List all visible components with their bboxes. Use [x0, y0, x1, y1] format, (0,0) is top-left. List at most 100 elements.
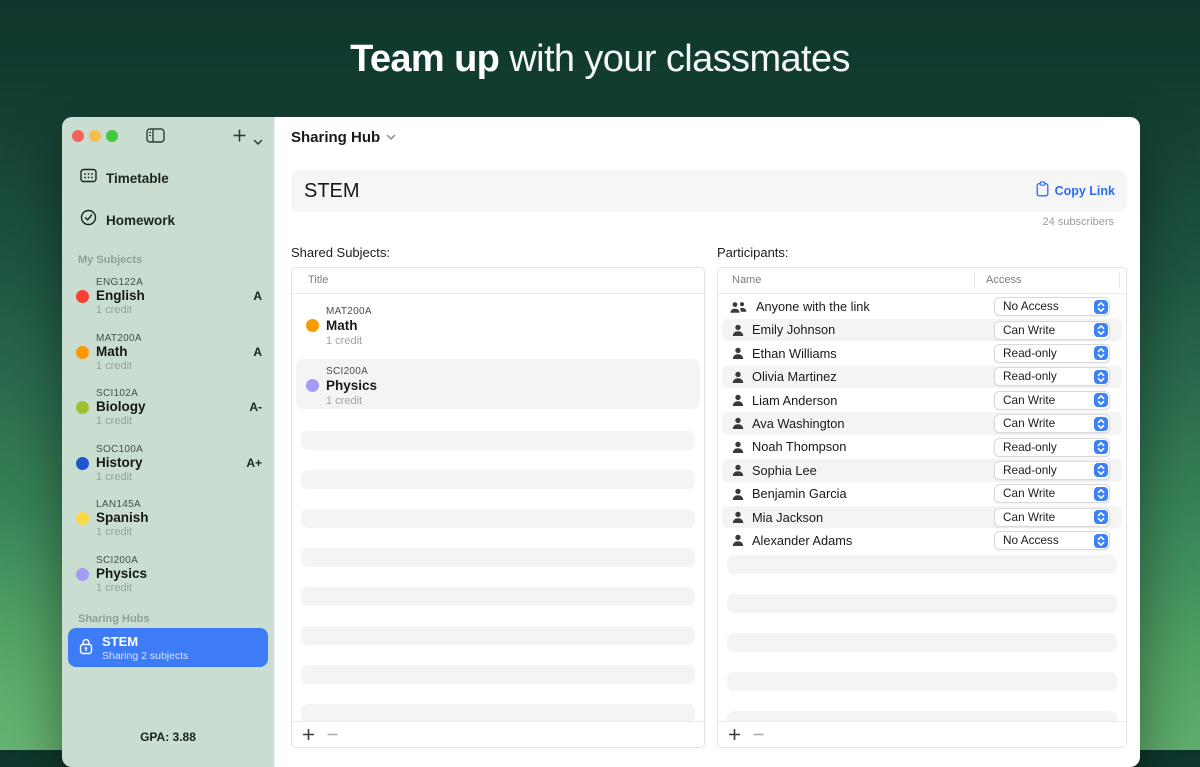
- subject-name: Physics: [326, 378, 378, 393]
- copy-link-button[interactable]: Copy Link: [1036, 170, 1115, 212]
- subject-code: SOC100A: [96, 443, 144, 455]
- sidebar-subject-item[interactable]: MAT200A Math 1 credit A: [62, 325, 274, 381]
- subject-credits: 1 credit: [96, 470, 133, 483]
- person-icon: [732, 371, 744, 389]
- empty-row-placeholder: [727, 555, 1117, 574]
- shared-subjects-table-footer: [292, 721, 704, 747]
- subject-color-dot: [76, 345, 89, 359]
- participant-row[interactable]: Mia Jackson Can Write: [718, 506, 1126, 529]
- sidebar-subject-item[interactable]: LAN145A Spanish 1 credit: [62, 491, 274, 547]
- main-panel: Sharing Hub STEM Copy Link 24 subscriber…: [274, 117, 1140, 767]
- access-dropdown[interactable]: Can Write: [994, 507, 1110, 527]
- add-hub-button[interactable]: [232, 128, 247, 148]
- hub-name-field[interactable]: STEM Copy Link: [291, 170, 1127, 212]
- shared-subject-row[interactable]: SCI200A Physics 1 credit: [292, 359, 704, 409]
- participant-row[interactable]: Olivia Martinez Read-only: [718, 365, 1126, 389]
- participants-label: Participants:: [717, 245, 789, 260]
- access-value: Can Write: [1003, 486, 1056, 501]
- subject-color-dot: [306, 379, 319, 392]
- access-dropdown[interactable]: Read-only: [994, 343, 1110, 363]
- person-icon: [732, 464, 744, 482]
- subject-color-dot: [306, 319, 319, 332]
- access-dropdown[interactable]: Read-only: [994, 437, 1110, 457]
- participant-row[interactable]: Alexander Adams No Access: [718, 529, 1126, 552]
- zoom-icon[interactable]: [106, 130, 118, 142]
- empty-rows-right: [727, 555, 1117, 722]
- close-icon[interactable]: [72, 130, 84, 142]
- subject-name: Math: [96, 343, 128, 359]
- participant-name: Sophia Lee: [752, 462, 817, 478]
- access-dropdown[interactable]: No Access: [994, 297, 1110, 317]
- subject-name: Math: [326, 318, 358, 333]
- access-value: No Access: [1003, 299, 1059, 314]
- access-dropdown[interactable]: Can Write: [994, 414, 1110, 434]
- participant-row[interactable]: Noah Thompson Read-only: [718, 435, 1126, 458]
- subject-credits: 1 credit: [96, 359, 133, 372]
- subject-grade: A: [253, 289, 262, 303]
- stepper-icon: [1093, 323, 1108, 338]
- column-separator: [1119, 273, 1120, 288]
- participant-row[interactable]: Emily Johnson Can Write: [718, 318, 1126, 342]
- column-separator: [974, 273, 975, 288]
- add-participant-button[interactable]: [728, 728, 741, 746]
- column-header-access: Access: [986, 274, 1022, 286]
- stepper-icon: [1093, 463, 1108, 478]
- shared-subjects-label: Shared Subjects:: [291, 245, 391, 260]
- access-dropdown[interactable]: No Access: [994, 531, 1110, 551]
- sidebar-subject-item[interactable]: SCI200A Physics 1 credit: [62, 547, 274, 603]
- shared-subject-row[interactable]: MAT200A Math 1 credit: [292, 299, 704, 355]
- subject-color-dot: [76, 401, 89, 414]
- subject-name: Spanish: [96, 510, 149, 525]
- stepper-icon: [1093, 533, 1108, 548]
- participant-row[interactable]: Liam Anderson Can Write: [718, 389, 1126, 412]
- participants-table-footer: [718, 721, 1126, 747]
- chevron-down-icon: [386, 128, 396, 146]
- chevron-down-icon[interactable]: [253, 133, 263, 151]
- person-icon: [732, 488, 744, 506]
- sidebar-subject-item[interactable]: SCI102A Biology 1 credit A-: [62, 380, 274, 436]
- remove-participant-button[interactable]: [752, 728, 765, 746]
- app-window: Timetable Homework My Subjects ENG122A E…: [62, 117, 1140, 767]
- stepper-icon: [1093, 393, 1108, 408]
- access-value: No Access: [1003, 533, 1059, 548]
- empty-row-placeholder: [301, 587, 695, 606]
- sidebar-item-timetable[interactable]: Timetable: [80, 166, 169, 190]
- empty-row-placeholder: [301, 431, 695, 450]
- minimize-icon[interactable]: [89, 130, 101, 142]
- participants-table-header: Name Access: [718, 268, 1126, 294]
- person-icon: [732, 394, 744, 412]
- sidebar-subject-item[interactable]: SOC100A History 1 credit A+: [62, 436, 274, 492]
- remove-row-button[interactable]: [326, 728, 339, 746]
- access-dropdown[interactable]: Can Write: [994, 320, 1110, 340]
- person-icon: [732, 324, 744, 342]
- sidebar-item-homework[interactable]: Homework: [80, 208, 175, 232]
- stepper-icon: [1093, 510, 1108, 525]
- subject-credits: 1 credit: [326, 395, 363, 407]
- sidebar-subject-item[interactable]: ENG122A English 1 credit A: [62, 269, 274, 325]
- hub-name-value: STEM: [304, 180, 360, 202]
- stepper-icon: [1093, 299, 1108, 314]
- access-value: Read-only: [1003, 345, 1057, 360]
- participant-row[interactable]: Ava Washington Can Write: [718, 412, 1126, 436]
- people-icon: [730, 301, 747, 319]
- column-header-name: Name: [732, 274, 762, 286]
- add-row-button[interactable]: [302, 728, 315, 746]
- subject-name: Physics: [96, 565, 148, 581]
- participant-row[interactable]: Sophia Lee Read-only: [718, 459, 1126, 483]
- participant-row[interactable]: Anyone with the link No Access: [718, 295, 1126, 318]
- access-value: Read-only: [1003, 369, 1057, 384]
- subject-code: LAN145A: [96, 499, 141, 510]
- participant-row[interactable]: Benjamin Garcia Can Write: [718, 482, 1126, 505]
- sidebar-item-hub-stem[interactable]: STEM Sharing 2 subjects: [68, 628, 268, 667]
- sidebar-toggle-icon[interactable]: [146, 128, 165, 148]
- stepper-icon: [1093, 369, 1108, 384]
- subject-color-dot: [76, 567, 89, 581]
- access-dropdown[interactable]: Read-only: [994, 367, 1110, 387]
- participant-name: Liam Anderson: [752, 392, 838, 408]
- participant-row[interactable]: Ethan Williams Read-only: [718, 342, 1126, 365]
- access-dropdown[interactable]: Read-only: [994, 460, 1110, 480]
- page-title-menu[interactable]: Sharing Hub: [291, 128, 396, 146]
- access-dropdown[interactable]: Can Write: [994, 390, 1110, 410]
- access-dropdown[interactable]: Can Write: [994, 484, 1110, 504]
- hub-subtitle: Sharing 2 subjects: [102, 650, 189, 662]
